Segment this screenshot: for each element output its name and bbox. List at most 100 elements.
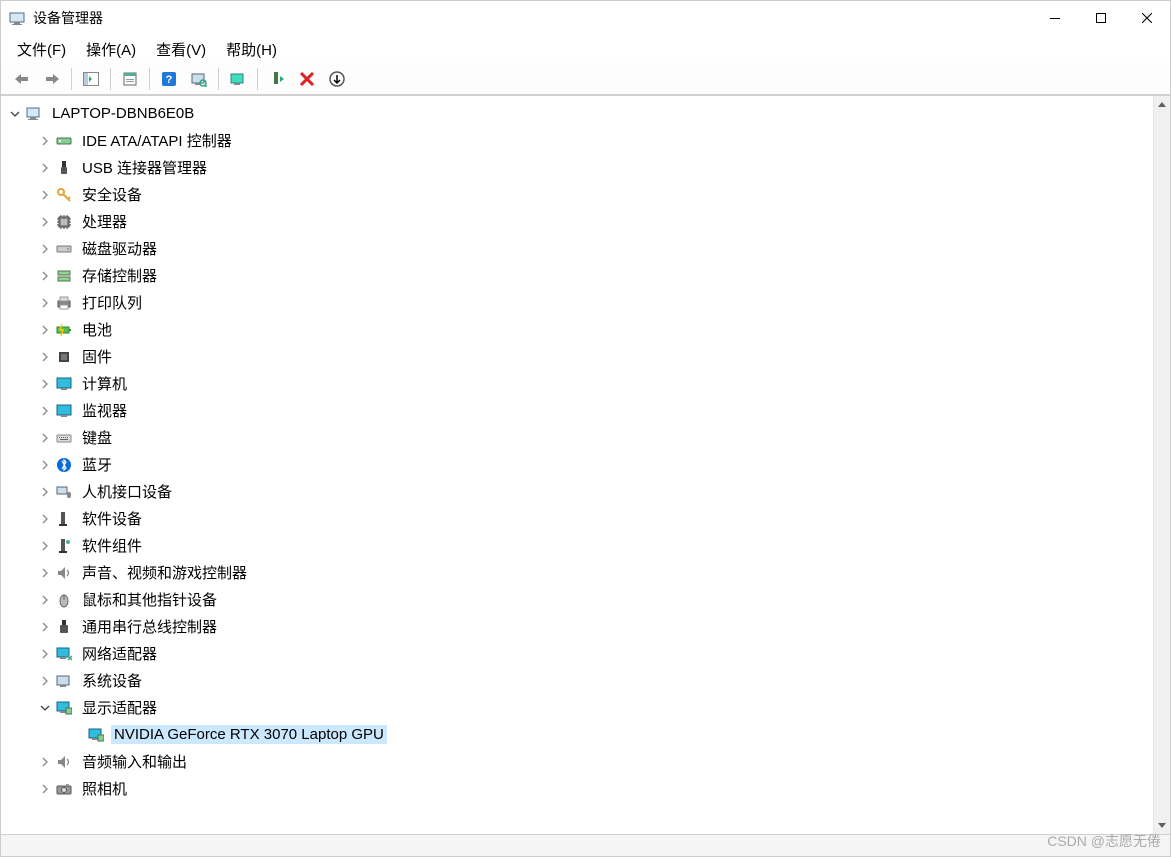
tree-expander[interactable] bbox=[37, 322, 53, 338]
tree-category[interactable]: USB 连接器管理器 bbox=[1, 154, 1153, 181]
tree-category[interactable]: 电池 bbox=[1, 316, 1153, 343]
toolbar-scan-hardware-button[interactable] bbox=[185, 66, 213, 92]
toolbar-show-hide-tree-button[interactable] bbox=[77, 66, 105, 92]
tree-category[interactable]: 打印队列 bbox=[1, 289, 1153, 316]
tree-category[interactable]: 系统设备 bbox=[1, 667, 1153, 694]
tree-expander[interactable] bbox=[37, 403, 53, 419]
tree-category-label: 音频输入和输出 bbox=[79, 750, 190, 773]
usb-icon bbox=[55, 618, 73, 636]
tree-expander[interactable] bbox=[7, 106, 23, 122]
tree-category-label: 软件组件 bbox=[79, 534, 145, 557]
tree-category[interactable]: 照相机 bbox=[1, 775, 1153, 802]
tree-category-label: 照相机 bbox=[79, 777, 130, 800]
tree-category[interactable]: 网络适配器 bbox=[1, 640, 1153, 667]
tree-category[interactable]: 通用串行总线控制器 bbox=[1, 613, 1153, 640]
tree-expander[interactable] bbox=[37, 700, 53, 716]
usb-plug-icon bbox=[55, 159, 73, 177]
printer-icon bbox=[55, 294, 73, 312]
tree-device-label: NVIDIA GeForce RTX 3070 Laptop GPU bbox=[111, 725, 387, 744]
toolbar-uninstall-device-button[interactable] bbox=[293, 66, 321, 92]
tree-category-label: 人机接口设备 bbox=[79, 480, 175, 503]
tree-expander[interactable] bbox=[37, 538, 53, 554]
close-button[interactable] bbox=[1124, 2, 1170, 34]
toolbar-forward-button[interactable] bbox=[38, 66, 66, 92]
toolbar-properties-button[interactable] bbox=[116, 66, 144, 92]
tree-expander[interactable] bbox=[37, 268, 53, 284]
tree-expander[interactable] bbox=[37, 592, 53, 608]
menu-help[interactable]: 帮助(H) bbox=[216, 35, 287, 64]
tree-category-label: 软件设备 bbox=[79, 507, 145, 530]
title-bar: 设备管理器 bbox=[1, 1, 1170, 35]
tree-category[interactable]: 软件设备 bbox=[1, 505, 1153, 532]
minimize-button[interactable] bbox=[1032, 2, 1078, 34]
tree-category[interactable]: 键盘 bbox=[1, 424, 1153, 451]
key-icon bbox=[55, 186, 73, 204]
tree-category-label: 鼠标和其他指针设备 bbox=[79, 588, 220, 611]
tree-expander[interactable] bbox=[37, 160, 53, 176]
menu-action[interactable]: 操作(A) bbox=[76, 35, 146, 64]
tree-expander[interactable] bbox=[37, 133, 53, 149]
tree-category-label: 打印队列 bbox=[79, 291, 145, 314]
device-tree[interactable]: LAPTOP-DBNB6E0B IDE ATA/ATAPI 控制器 USB 连接… bbox=[1, 96, 1153, 834]
tree-expander[interactable] bbox=[37, 484, 53, 500]
scroll-up-arrow[interactable] bbox=[1154, 96, 1170, 113]
tree-category[interactable]: 磁盘驱动器 bbox=[1, 235, 1153, 262]
menu-file[interactable]: 文件(F) bbox=[7, 35, 76, 64]
tree-expander[interactable] bbox=[37, 376, 53, 392]
tree-expander[interactable] bbox=[37, 781, 53, 797]
tree-category[interactable]: 固件 bbox=[1, 343, 1153, 370]
tree-category-label: 声音、视频和游戏控制器 bbox=[79, 561, 250, 584]
tree-category[interactable]: 显示适配器 bbox=[1, 694, 1153, 721]
vertical-scrollbar[interactable] bbox=[1153, 96, 1170, 834]
tree-category[interactable]: 鼠标和其他指针设备 bbox=[1, 586, 1153, 613]
tree-expander[interactable] bbox=[37, 241, 53, 257]
tree-expander[interactable] bbox=[37, 430, 53, 446]
tree-category[interactable]: 人机接口设备 bbox=[1, 478, 1153, 505]
tree-expander[interactable] bbox=[37, 457, 53, 473]
tree-category[interactable]: 蓝牙 bbox=[1, 451, 1153, 478]
tree-category[interactable]: 存储控制器 bbox=[1, 262, 1153, 289]
audio-icon bbox=[55, 564, 73, 582]
tree-expander[interactable] bbox=[37, 295, 53, 311]
toolbar-help-button[interactable]: ? bbox=[155, 66, 183, 92]
software-component-icon bbox=[55, 537, 73, 555]
tree-category[interactable]: 软件组件 bbox=[1, 532, 1153, 559]
tree-expander[interactable] bbox=[37, 511, 53, 527]
tree-root-label: LAPTOP-DBNB6E0B bbox=[49, 104, 197, 123]
network-icon bbox=[55, 645, 73, 663]
tree-category[interactable]: 安全设备 bbox=[1, 181, 1153, 208]
keyboard-icon bbox=[55, 429, 73, 447]
toolbar-separator bbox=[257, 68, 258, 90]
ide-icon bbox=[55, 132, 73, 150]
tree-category[interactable]: IDE ATA/ATAPI 控制器 bbox=[1, 127, 1153, 154]
tree-expander[interactable] bbox=[37, 619, 53, 635]
display-icon bbox=[55, 699, 73, 717]
tree-expander[interactable] bbox=[37, 349, 53, 365]
tree-category-label: 存储控制器 bbox=[79, 264, 160, 287]
firmware-icon bbox=[55, 348, 73, 366]
tree-expander[interactable] bbox=[37, 565, 53, 581]
tree-category[interactable]: 监视器 bbox=[1, 397, 1153, 424]
tree-expander[interactable] bbox=[37, 646, 53, 662]
tree-category[interactable]: 声音、视频和游戏控制器 bbox=[1, 559, 1153, 586]
tree-expander[interactable] bbox=[37, 214, 53, 230]
tree-device[interactable]: NVIDIA GeForce RTX 3070 Laptop GPU bbox=[1, 721, 1153, 748]
toolbar-update-driver-button[interactable] bbox=[224, 66, 252, 92]
tree-category-label: 计算机 bbox=[79, 372, 130, 395]
toolbar-back-button[interactable] bbox=[8, 66, 36, 92]
maximize-button[interactable] bbox=[1078, 2, 1124, 34]
toolbar-enable-device-button[interactable] bbox=[263, 66, 291, 92]
tree-category[interactable]: 音频输入和输出 bbox=[1, 748, 1153, 775]
toolbar-add-legacy-hardware-button[interactable] bbox=[323, 66, 351, 92]
tree-root[interactable]: LAPTOP-DBNB6E0B bbox=[1, 100, 1153, 127]
scroll-down-arrow[interactable] bbox=[1154, 817, 1170, 834]
tree-category[interactable]: 处理器 bbox=[1, 208, 1153, 235]
tree-category-label: 显示适配器 bbox=[79, 696, 160, 719]
app-icon bbox=[9, 10, 25, 26]
monitor-icon bbox=[55, 375, 73, 393]
tree-category[interactable]: 计算机 bbox=[1, 370, 1153, 397]
tree-expander[interactable] bbox=[37, 187, 53, 203]
menu-view[interactable]: 查看(V) bbox=[146, 35, 216, 64]
tree-expander[interactable] bbox=[37, 673, 53, 689]
tree-expander[interactable] bbox=[37, 754, 53, 770]
